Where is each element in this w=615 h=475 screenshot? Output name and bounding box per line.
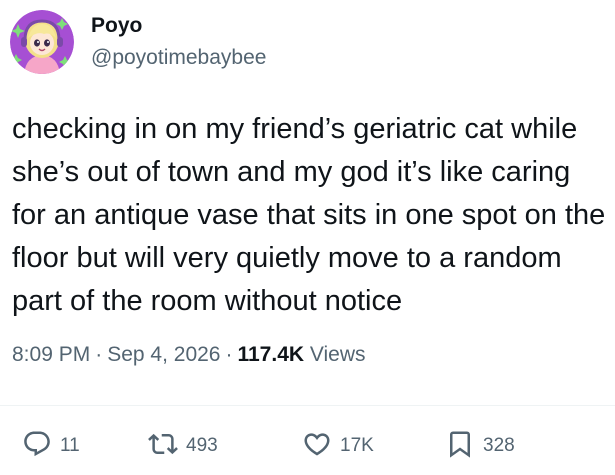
reply-icon: [22, 429, 52, 464]
bookmark-count: 328: [483, 435, 515, 456]
repost-icon: [148, 429, 178, 464]
reply-button[interactable]: 11: [22, 426, 80, 466]
like-button[interactable]: 17K: [302, 426, 374, 466]
action-bar: 11 493 17K 328: [0, 426, 615, 466]
avatar[interactable]: [10, 10, 74, 74]
avatar-illustration: [10, 10, 74, 74]
divider: [0, 405, 615, 406]
user-handle[interactable]: @poyotimebaybee: [91, 45, 266, 71]
display-name[interactable]: Poyo: [91, 13, 266, 39]
tweet-card: Poyo @poyotimebaybee checking in on my f…: [0, 0, 615, 475]
meta-separator: ·: [95, 343, 103, 366]
views-label: Views: [309, 343, 366, 366]
bookmark-button[interactable]: 328: [445, 426, 515, 466]
heart-icon: [302, 429, 332, 464]
meta-separator: ·: [225, 343, 233, 366]
views-count: 117.4K: [237, 343, 305, 366]
tweet-time[interactable]: 8:09 PM: [12, 343, 90, 366]
repost-button[interactable]: 493: [148, 426, 218, 466]
bookmark-icon: [445, 429, 475, 464]
tweet-date[interactable]: Sep 4, 2026: [107, 343, 220, 366]
tweet-header: Poyo @poyotimebaybee: [10, 10, 266, 74]
user-meta: Poyo @poyotimebaybee: [91, 13, 266, 71]
tweet-text: checking in on my friend’s geriatric cat…: [12, 113, 606, 317]
like-count: 17K: [340, 435, 374, 456]
repost-count: 493: [186, 435, 218, 456]
tweet-meta: 8:09 PM · Sep 4, 2026 · 117.4K Views: [12, 341, 366, 369]
reply-count: 11: [60, 435, 80, 456]
